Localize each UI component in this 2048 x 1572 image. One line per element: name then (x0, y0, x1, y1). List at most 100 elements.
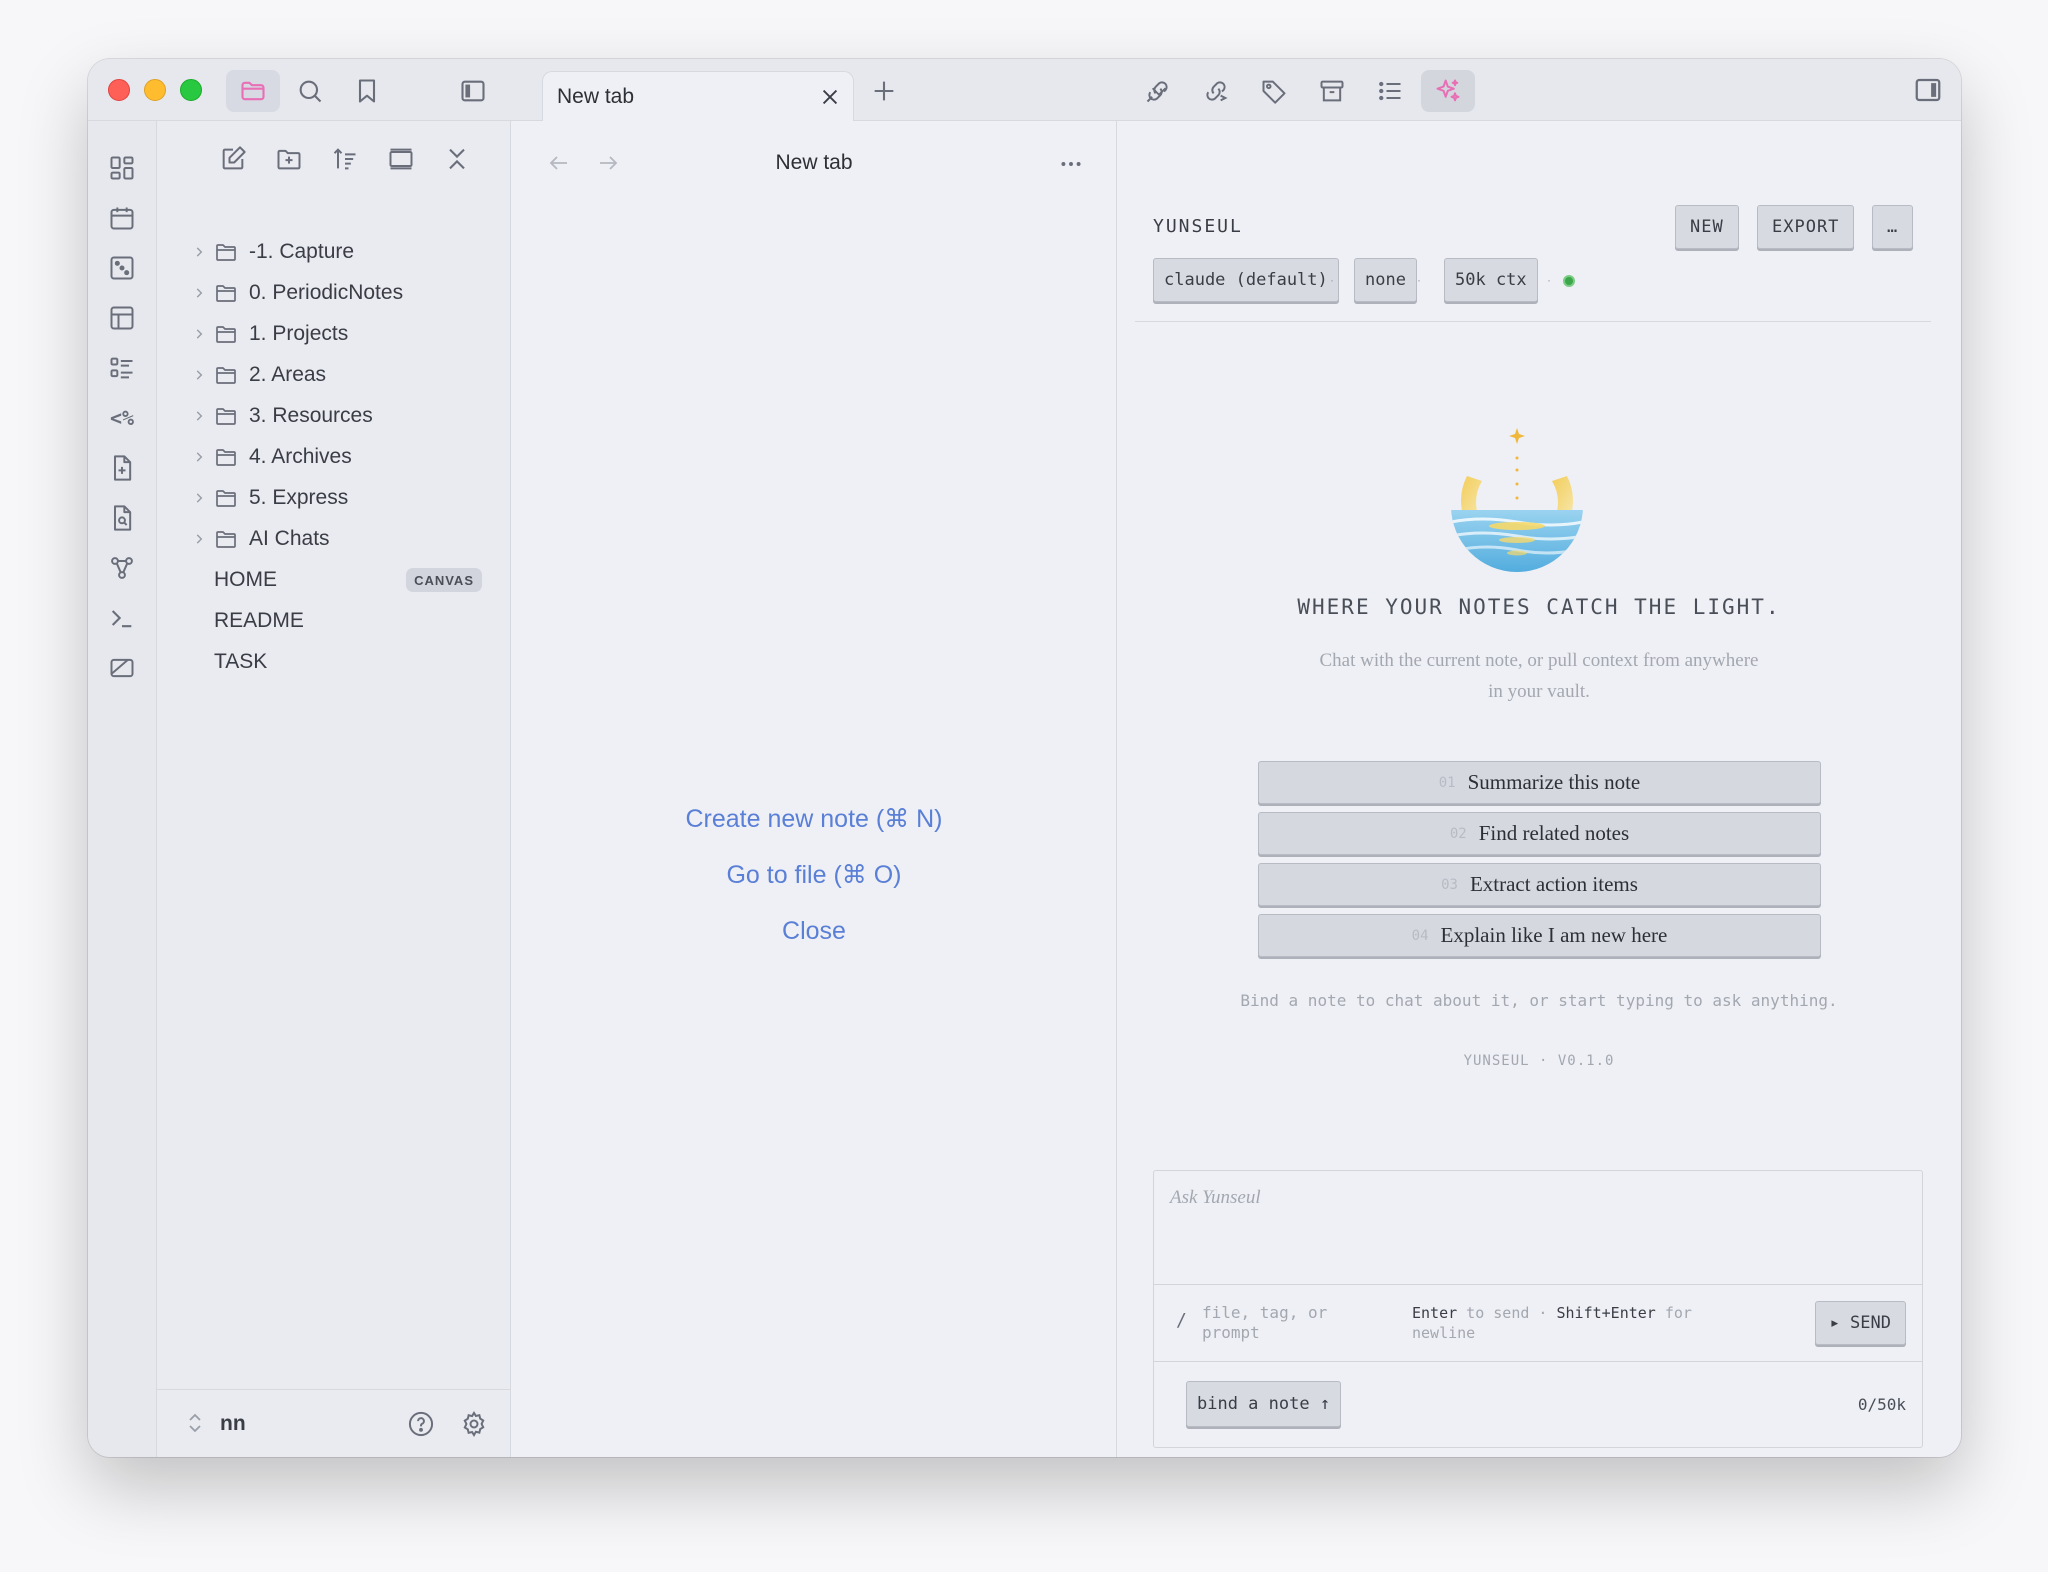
outline-icon (1376, 77, 1404, 105)
chevron-right-icon (191, 408, 207, 424)
slash-command-trigger[interactable]: / (1176, 1310, 1187, 1331)
folder-icon (214, 363, 238, 387)
dashboard-icon[interactable] (105, 151, 139, 185)
search-button[interactable] (283, 70, 337, 112)
more-options-icon[interactable] (1058, 151, 1084, 177)
file-item[interactable]: HOME CANVAS (157, 560, 510, 600)
folder-item[interactable]: AI Chats (157, 519, 510, 559)
folder-item[interactable]: 0. PeriodicNotes (157, 273, 510, 313)
shift-enter-key: Shift+Enter (1556, 1304, 1656, 1322)
moon-logo (1451, 428, 1583, 572)
prompt-button[interactable]: 01 Summarize this note (1258, 761, 1821, 804)
layout-icon[interactable] (105, 301, 139, 335)
folder-icon (214, 322, 238, 346)
prompt-number: 03 (1441, 876, 1458, 893)
enter-text: to send · (1457, 1304, 1557, 1322)
random-note-icon[interactable] (105, 251, 139, 285)
tab-new-tab[interactable]: New tab (542, 71, 854, 121)
slides-icon[interactable] (105, 651, 139, 685)
new-folder-icon[interactable] (261, 139, 317, 179)
folder-label: -1. Capture (249, 240, 355, 263)
export-button[interactable]: EXPORT (1757, 205, 1855, 249)
chevron-updown-icon[interactable] (187, 1412, 203, 1434)
new-chat-button[interactable]: NEW (1675, 205, 1739, 249)
outgoing-links-icon (1202, 77, 1230, 105)
composer-toolbar: / file, tag, or prompt Enter to send · S… (1154, 1284, 1922, 1362)
create-new-note-link[interactable]: Create new note (⌘ N) (512, 791, 1116, 847)
prompt-button[interactable]: 03 Extract action items (1258, 863, 1821, 906)
prompt-label: Explain like I am new here (1440, 923, 1668, 947)
sort-icon[interactable] (317, 139, 373, 179)
file-explorer-button[interactable] (226, 70, 280, 112)
app-window: New tab <% -1. Capture 0. PeriodicNotes … (88, 59, 1961, 1457)
more-button[interactable]: … (1872, 205, 1914, 249)
folder-item[interactable]: 5. Express (157, 478, 510, 518)
outline-button[interactable] (1363, 70, 1417, 112)
go-to-file-link[interactable]: Go to file (⌘ O) (512, 847, 1116, 903)
archive-button[interactable] (1305, 70, 1359, 112)
folder-item[interactable]: -1. Capture (157, 232, 510, 272)
tags-button[interactable] (1247, 70, 1301, 112)
checklist-icon[interactable] (105, 351, 139, 385)
auto-reveal-icon[interactable] (373, 139, 429, 179)
outgoing-links-button[interactable] (1189, 70, 1243, 112)
model-selector[interactable]: claude (default) (1153, 258, 1339, 302)
ai-assistant-button[interactable] (1421, 70, 1475, 112)
chevron-right-icon (191, 244, 207, 260)
folder-label: 5. Express (249, 486, 349, 509)
close-window-button[interactable] (108, 79, 130, 101)
template-icon[interactable]: <% (105, 401, 139, 435)
chat-composer: Ask Yunseul / file, tag, or prompt Enter… (1153, 1170, 1923, 1448)
context-selector[interactable]: 50k ctx (1444, 258, 1538, 302)
prompt-number: 01 (1438, 774, 1456, 791)
minimize-window-button[interactable] (144, 79, 166, 101)
prompt-button[interactable]: 04 Explain like I am new here (1258, 914, 1821, 957)
plus-icon[interactable] (870, 77, 898, 105)
bookmarks-button[interactable] (340, 70, 394, 112)
file-label: HOME (214, 568, 277, 591)
separator: · (1417, 273, 1421, 287)
close-icon[interactable] (819, 86, 841, 108)
backlinks-button[interactable] (1131, 70, 1185, 112)
terminal-icon[interactable] (105, 601, 139, 635)
folder-label: 4. Archives (249, 445, 352, 468)
backlinks-icon (1144, 77, 1172, 105)
zoom-window-button[interactable] (180, 79, 202, 101)
bind-note-button[interactable]: bind a note ↑ (1186, 1381, 1342, 1427)
folder-icon (214, 527, 238, 551)
archive-icon (1318, 77, 1346, 105)
mode-selector[interactable]: none (1354, 258, 1417, 302)
folder-item[interactable]: 4. Archives (157, 437, 510, 477)
right-sidebar-toggle-icon[interactable] (1913, 75, 1943, 105)
file-item[interactable]: TASK (157, 642, 510, 682)
view-title: New tab (775, 151, 853, 174)
folder-label: 3. Resources (249, 404, 373, 427)
folder-item[interactable]: 2. Areas (157, 355, 510, 395)
help-icon[interactable] (407, 1410, 435, 1438)
close-tab-link[interactable]: Close (512, 903, 1116, 959)
left-sidebar-toggle[interactable] (446, 70, 500, 112)
collapse-all-icon[interactable] (429, 139, 485, 179)
chat-input[interactable]: Ask Yunseul (1170, 1187, 1261, 1209)
description: Chat with the current note, or pull cont… (1319, 650, 1759, 702)
folder-item[interactable]: 1. Projects (157, 314, 510, 354)
prompt-button[interactable]: 02 Find related notes (1258, 812, 1821, 855)
new-note-icon[interactable] (205, 139, 261, 179)
gear-icon[interactable] (460, 1410, 488, 1438)
send-button[interactable]: ▸ SEND (1814, 1301, 1906, 1345)
graph-icon[interactable] (105, 551, 139, 585)
right-panel-toolbar (1117, 59, 1961, 121)
new-file-icon[interactable] (105, 451, 139, 485)
search-file-icon[interactable] (105, 501, 139, 535)
bookmark-icon (353, 77, 381, 105)
folder-icon (214, 445, 238, 469)
folder-label: 2. Areas (249, 363, 327, 386)
vault-name[interactable]: nn (220, 1412, 246, 1436)
vault-footer: nn (157, 1389, 510, 1457)
file-item[interactable]: README (157, 601, 510, 641)
keyboard-hint: Enter to send · Shift+Enter for newline (1412, 1303, 1742, 1343)
file-explorer: -1. Capture 0. PeriodicNotes 1. Projects… (157, 121, 511, 1457)
calendar-icon[interactable] (105, 201, 139, 235)
folder-item[interactable]: 3. Resources (157, 396, 510, 436)
connection-status-dot (1563, 275, 1575, 287)
